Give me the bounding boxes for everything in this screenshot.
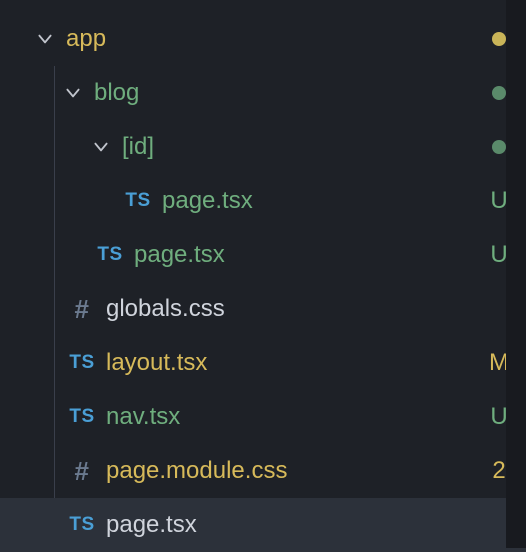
chevron-down-icon[interactable] <box>36 30 54 48</box>
tree-row[interactable]: [id] <box>0 120 526 174</box>
status-dot-icon <box>492 140 506 154</box>
typescript-icon: TS <box>92 244 128 266</box>
file-tree: appblog[id]TSpage.tsxUTSpage.tsxU#global… <box>0 0 526 552</box>
file-label: page.tsx <box>162 187 472 215</box>
tree-row[interactable]: blog <box>0 66 526 120</box>
file-label: page.tsx <box>106 511 472 539</box>
folder-label: blog <box>94 79 472 107</box>
chevron-down-icon[interactable] <box>92 138 110 156</box>
tree-row[interactable]: TSlayout.tsxM <box>0 336 526 390</box>
tree-row[interactable]: TS page.tsx <box>0 498 526 552</box>
typescript-icon: TS <box>64 514 100 536</box>
file-label: layout.tsx <box>106 349 472 377</box>
typescript-icon: TS <box>64 352 100 374</box>
file-label: page.tsx <box>134 241 472 269</box>
css-icon: # <box>64 294 100 325</box>
scrollbar-track[interactable] <box>506 0 526 548</box>
css-icon: # <box>64 456 100 487</box>
tree-row[interactable]: #page.module.css2 <box>0 444 526 498</box>
tree-row[interactable]: TSpage.tsxU <box>0 228 526 282</box>
typescript-icon: TS <box>120 190 156 212</box>
status-dot-icon <box>492 32 506 46</box>
tree-row[interactable]: #globals.css <box>0 282 526 336</box>
status-dot-icon <box>492 86 506 100</box>
file-label: globals.css <box>106 295 472 323</box>
tree-row[interactable]: TSnav.tsxU <box>0 390 526 444</box>
folder-label: app <box>66 25 472 53</box>
file-label: nav.tsx <box>106 403 472 431</box>
chevron-down-icon[interactable] <box>64 84 82 102</box>
tree-row[interactable]: TSpage.tsxU <box>0 174 526 228</box>
folder-label: [id] <box>122 133 472 161</box>
typescript-icon: TS <box>64 406 100 428</box>
tree-row[interactable]: app <box>0 12 526 66</box>
file-label: page.module.css <box>106 457 472 485</box>
